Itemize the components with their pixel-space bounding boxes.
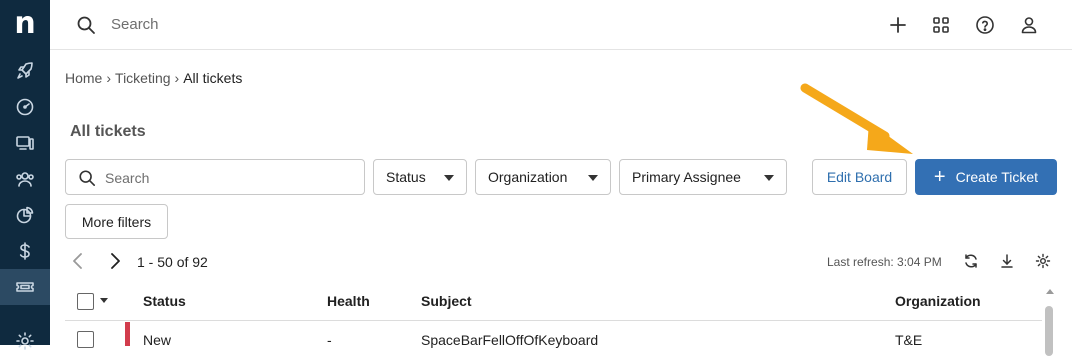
sidebar-item-getting-started[interactable] [0,53,50,89]
cell-health: - [327,332,332,348]
table-row[interactable]: New - SpaceBarFellOffOfKeyboard T&E [65,322,1042,352]
top-bar: Search [50,0,1072,50]
reports-icon [16,206,34,224]
sidebar-item-ticketing[interactable] [0,269,50,305]
sidebar-item-users[interactable] [0,161,50,197]
caret-down-icon [764,175,774,181]
status-filter-dropdown[interactable]: Status [373,159,467,195]
sidebar-item-reports[interactable] [0,197,50,233]
column-header-subject[interactable]: Subject [421,293,472,309]
cell-status: New [143,332,172,348]
refresh-icon[interactable] [963,253,979,269]
dashboard-icon [16,98,34,116]
breadcrumb: Home › Ticketing › All tickets [65,70,242,86]
caret-down-icon [588,175,598,181]
caret-down-icon [444,175,454,181]
cell-subject[interactable]: SpaceBarFellOffOfKeyboard [421,332,598,348]
select-options-caret-icon[interactable] [100,298,108,303]
table-scrollbar[interactable] [1044,285,1056,356]
assignee-filter-label: Primary Assignee [632,169,741,185]
row-checkbox[interactable] [77,331,94,348]
page-title: All tickets [70,123,146,140]
table-settings-icon[interactable] [1035,253,1051,269]
last-refresh-text: Last refresh: 3:04 PM [827,255,942,269]
billing-icon [19,242,30,260]
sidebar-item-dashboard[interactable] [0,89,50,125]
search-icon[interactable] [76,15,96,40]
user-icon[interactable] [1018,14,1040,36]
ticket-search-placeholder: Search [105,170,150,186]
scroll-up-icon[interactable] [1046,289,1054,294]
sidebar-item-billing[interactable] [0,233,50,269]
scroll-thumb[interactable] [1045,306,1053,356]
create-ticket-label: Create Ticket [955,169,1039,185]
rocket-icon [17,62,33,79]
previous-page-icon[interactable] [70,252,86,275]
devices-icon [16,136,34,150]
help-icon[interactable] [974,14,996,36]
organization-filter-dropdown[interactable]: Organization [475,159,611,195]
apps-grid-icon[interactable] [930,14,952,36]
chevron-right-icon: › [174,70,180,86]
sidebar-item-settings[interactable] [0,323,50,359]
organization-filter-label: Organization [488,169,568,185]
pagination-range: 1 - 50 of 92 [137,254,208,270]
download-icon[interactable] [999,253,1015,269]
breadcrumb-current: All tickets [183,70,243,86]
column-header-health[interactable]: Health [327,293,370,309]
search-icon [78,169,96,192]
more-filters-button[interactable]: More filters [65,204,168,239]
app-logo[interactable]: n [12,9,38,40]
sidebar: n [0,0,50,350]
ticket-search-input[interactable]: Search [65,159,365,195]
annotation-arrow [800,83,913,154]
table-header: Status Health Subject Organization [65,284,1042,321]
status-indicator [125,322,130,346]
plus-icon: + [933,166,946,188]
edit-board-button[interactable]: Edit Board [812,159,907,195]
users-icon [16,172,34,187]
create-ticket-button[interactable]: + Create Ticket [915,159,1057,195]
column-header-status[interactable]: Status [143,293,186,309]
select-all-checkbox[interactable] [77,293,94,310]
status-filter-label: Status [386,169,426,185]
breadcrumb-ticketing[interactable]: Ticketing [115,70,171,86]
next-page-icon[interactable] [107,252,123,275]
column-header-organization[interactable]: Organization [895,293,981,309]
ticket-icon [16,282,34,292]
sidebar-item-devices[interactable] [0,125,50,161]
add-icon[interactable] [887,14,909,36]
cell-organization: T&E [895,332,923,348]
chevron-right-icon: › [106,70,112,86]
settings-icon [16,332,34,350]
assignee-filter-dropdown[interactable]: Primary Assignee [619,159,787,195]
global-search-input[interactable]: Search [111,16,159,33]
breadcrumb-home[interactable]: Home [65,70,102,86]
